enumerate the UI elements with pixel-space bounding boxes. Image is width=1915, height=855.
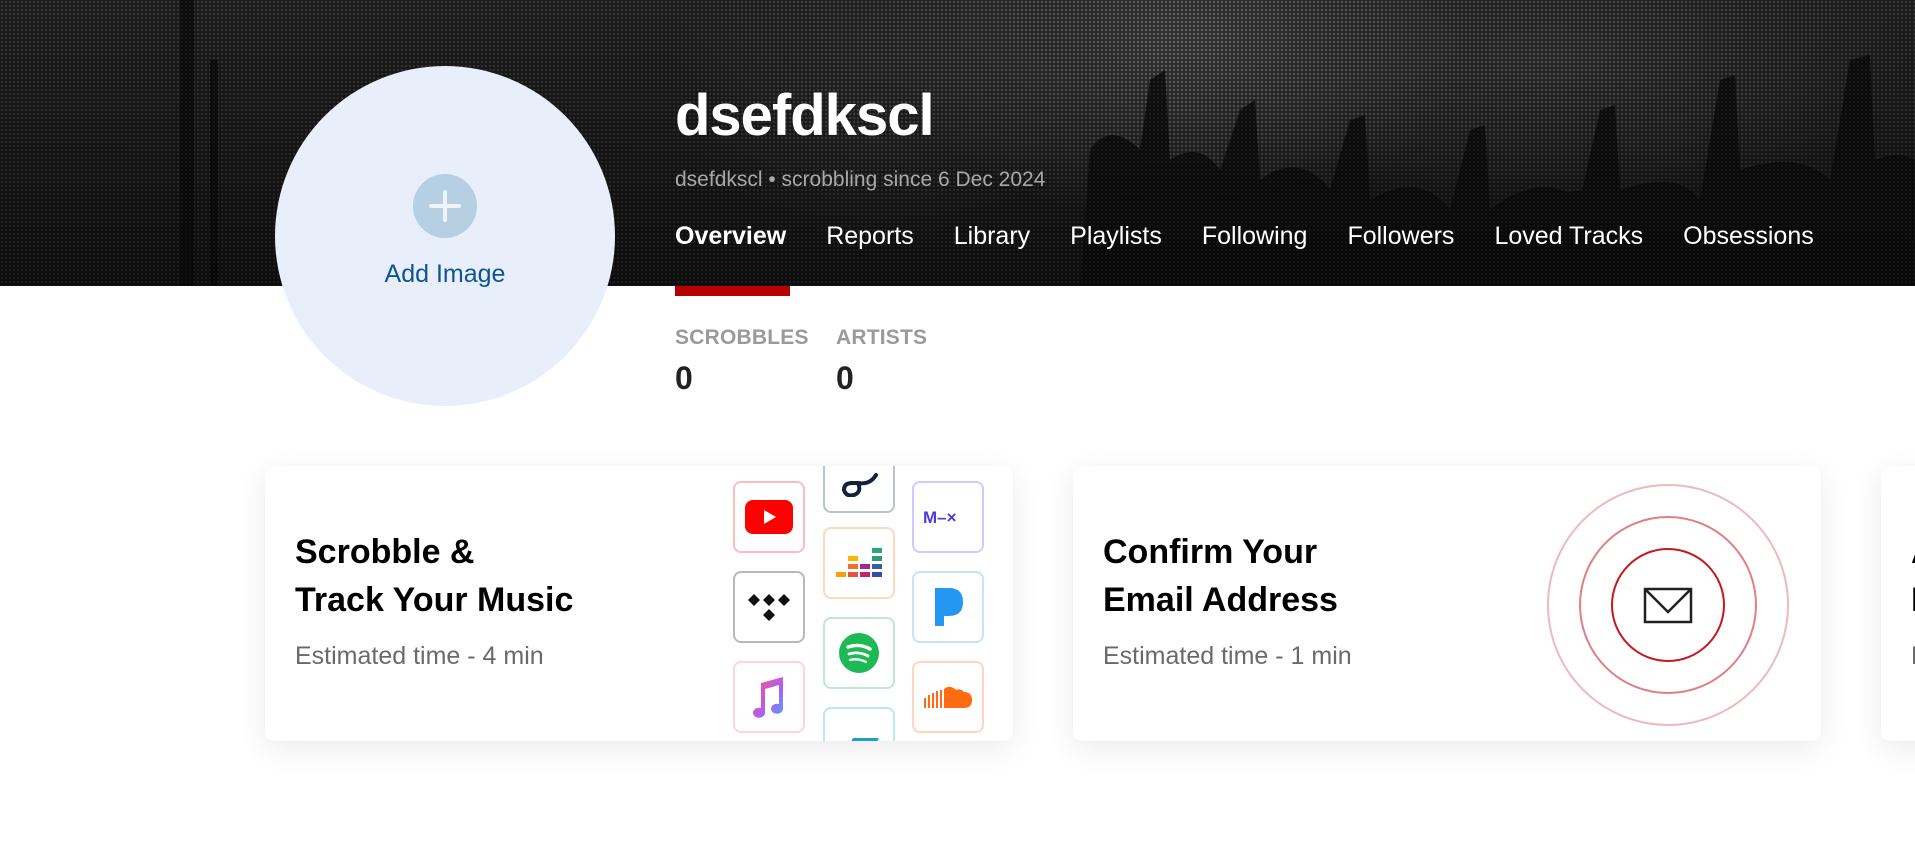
- next-task-card[interactable]: A I E: [1881, 466, 1915, 741]
- pandora-icon: [935, 588, 963, 626]
- tab-reports[interactable]: Reports: [826, 222, 914, 262]
- tab-loved-tracks[interactable]: Loved Tracks: [1494, 222, 1643, 262]
- tab-followers[interactable]: Followers: [1347, 222, 1454, 262]
- bandcamp-icon: [851, 738, 879, 741]
- svg-text:M–×: M–×: [923, 508, 957, 527]
- deezer-icon: [836, 548, 882, 577]
- plus-icon: [413, 174, 477, 238]
- soundcloud-icon: [924, 686, 972, 708]
- confirm-email-card[interactable]: Confirm Your Email Address Estimated tim…: [1073, 466, 1821, 741]
- scrobble-card[interactable]: Scrobble & Track Your Music Estimated ti…: [265, 466, 1013, 741]
- stat-value: 0: [675, 360, 693, 396]
- card-estimated-time: Estimated time - 1 min: [1103, 642, 1352, 670]
- stat-scrobbles[interactable]: SCROBBLES 0: [675, 326, 809, 397]
- profile-subline: dsefdkscl • scrobbling since 6 Dec 2024: [675, 168, 1046, 191]
- stat-label: ARTISTS: [836, 326, 928, 349]
- active-tab-indicator: [675, 286, 790, 296]
- stat-value: 0: [836, 360, 854, 396]
- mixcloud-tile: M–×: [912, 481, 984, 553]
- tab-following[interactable]: Following: [1202, 222, 1308, 262]
- spotify-icon: [839, 633, 879, 673]
- email-rings-illustration: [1547, 484, 1789, 726]
- card-title-line: I: [1911, 576, 1915, 624]
- apple-music-icon: [753, 677, 783, 718]
- deezer-tile: [823, 527, 895, 599]
- tab-library[interactable]: Library: [954, 222, 1030, 262]
- youtube-tile: [733, 481, 805, 553]
- mixcloud-icon: M–×: [923, 508, 957, 527]
- username-heading: dsefdkscl: [675, 83, 935, 148]
- spotify-tile: [823, 617, 895, 689]
- youtube-icon: [745, 500, 793, 534]
- add-image-label: Add Image: [384, 260, 506, 288]
- card-title-line: A: [1911, 528, 1915, 576]
- add-image-button[interactable]: Add Image: [275, 66, 615, 406]
- tidal-icon: [748, 594, 790, 621]
- card-title-line: Email Address: [1103, 581, 1338, 619]
- card-title: A I: [1911, 528, 1915, 624]
- card-title: Scrobble & Track Your Music: [295, 528, 573, 624]
- card-title-line: Scrobble &: [295, 533, 475, 571]
- card-estimated-time: Estimated time - 4 min: [295, 642, 544, 670]
- card-title: Confirm Your Email Address: [1103, 528, 1338, 624]
- stat-artists[interactable]: ARTISTS 0: [836, 326, 927, 397]
- tidal-tile: [733, 571, 805, 643]
- card-title-line: Confirm Your: [1103, 533, 1318, 571]
- bandcamp-tile: [823, 707, 895, 741]
- card-title-line: Track Your Music: [295, 581, 574, 619]
- tab-playlists[interactable]: Playlists: [1070, 222, 1162, 262]
- card-estimated-time: E: [1911, 642, 1915, 671]
- qobuz-icon: [841, 473, 878, 497]
- qobuz-tile: [823, 466, 895, 513]
- pandora-tile: [912, 571, 984, 643]
- tab-obsessions[interactable]: Obsessions: [1683, 222, 1814, 262]
- envelope-icon: [1643, 587, 1693, 624]
- stat-label: SCROBBLES: [675, 326, 809, 349]
- soundcloud-tile: [912, 661, 984, 733]
- profile-nav: Overview Reports Library Playlists Follo…: [675, 222, 1854, 262]
- tab-overview[interactable]: Overview: [675, 222, 786, 262]
- apple-music-tile: [733, 661, 805, 733]
